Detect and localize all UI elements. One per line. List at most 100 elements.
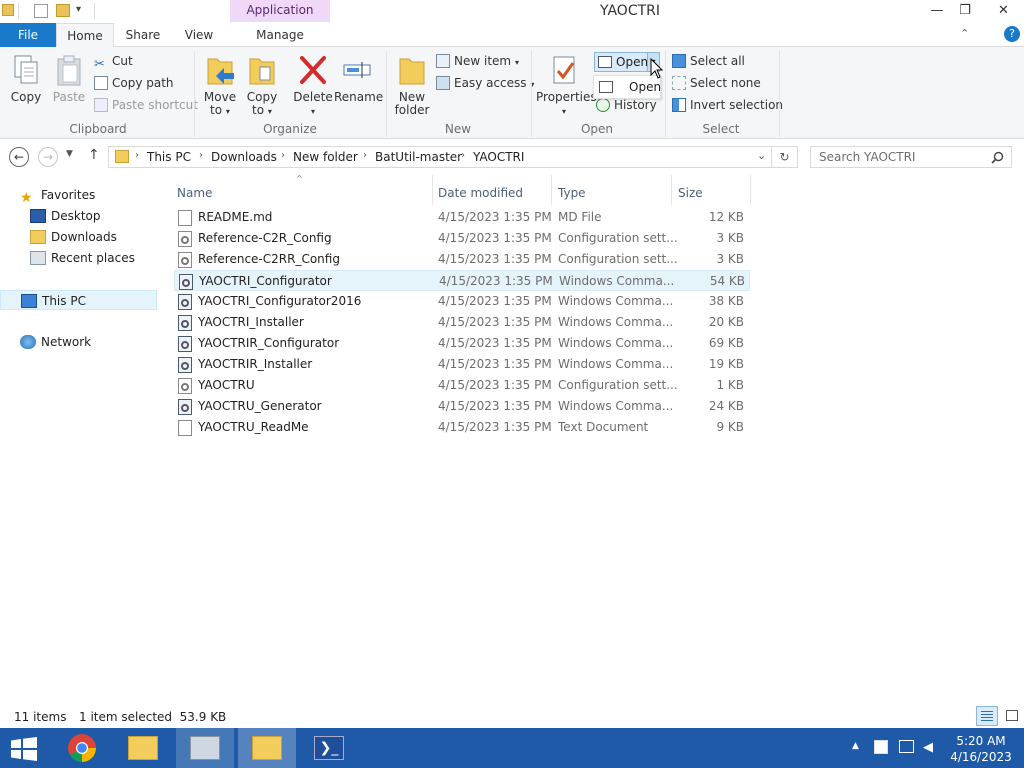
new-folder-button[interactable]: New folder [392,53,432,117]
search-input[interactable]: Search YAOCTRI [810,146,1012,168]
up-arrow-icon[interactable]: ↑ [88,147,100,163]
recent-places-icon [30,251,46,265]
file-row[interactable]: YAOCTRI_Installer 4/15/2023 1:35 PM Window… [174,312,750,333]
column-divider[interactable] [551,175,552,205]
taskbar-file-explorer-active[interactable] [238,728,296,768]
file-name: YAOCTRIR_Configurator [198,336,340,350]
organize-group-label: Organize [263,122,317,136]
group-divider [386,51,387,137]
easy-access-button[interactable]: Easy access ▾ [436,73,534,93]
taskbar-task-manager[interactable] [176,728,234,768]
tab-share[interactable]: Share [114,23,172,47]
tab-manage[interactable]: Manage [230,23,330,47]
cut-button[interactable]: ✂ Cut [94,51,133,72]
copy-to-button[interactable]: Copy to ▾ [242,53,282,118]
file-row[interactable]: YAOCTRI_Configurator2016 4/15/2023 1:35 P… [174,291,750,312]
windows-start-icon[interactable] [10,737,38,761]
cmd-icon [178,336,192,352]
file-row[interactable]: README.md 4/15/2023 1:35 PM MD File 12 KB [174,207,750,228]
tab-file[interactable]: File [0,23,56,47]
refresh-icon[interactable]: ↻ [772,146,798,168]
forward-button[interactable]: → [38,147,58,167]
close-button[interactable]: ✕ [983,0,1024,22]
open-menu-item[interactable]: Open [629,80,661,94]
group-divider [779,51,780,137]
window-title: YAOCTRI [600,3,660,19]
file-row[interactable]: Reference-C2R_Config 4/15/2023 1:35 PM Con… [174,228,750,249]
recent-locations-icon[interactable]: ▼ [66,149,73,159]
nav-downloads[interactable]: Downloads [30,227,117,247]
taskbar-file-explorer[interactable] [114,728,172,768]
column-divider[interactable] [671,175,672,205]
column-header-size[interactable]: Size [678,181,750,205]
column-header-type[interactable]: Type [558,181,670,205]
select-none-button[interactable]: Select none [672,73,761,93]
file-size: 69 KB [708,336,744,350]
nav-this-pc-label: This PC [42,294,86,308]
ribbon: Copy Paste ✂ Cut Copy path Paste shortcut… [0,47,1024,139]
crumb-this-pc[interactable]: This PC [147,150,191,164]
column-header-name[interactable]: Name [177,181,431,205]
taskbar-powershell[interactable]: ❯_ [300,728,358,768]
column-header-date[interactable]: Date modified [438,181,550,205]
search-icon[interactable] [991,151,1004,164]
maximize-button[interactable]: ❐ [948,0,982,22]
details-view-icon[interactable] [976,706,998,726]
tab-home[interactable]: Home [56,23,114,48]
file-name: YAOCTRIR_Installer [198,357,313,371]
volume-muted-icon[interactable]: ◀ [923,740,933,755]
rename-button[interactable]: Rename [334,53,383,104]
file-date: 4/15/2023 1:35 PM [438,378,552,392]
collapse-ribbon-icon[interactable]: ⌃ [960,27,969,40]
crumb-downloads[interactable]: Downloads [211,150,277,164]
file-type: Windows Comma... [559,274,675,288]
file-row[interactable]: YAOCTRIR_Configurator 4/15/2023 1:35 PM Wi… [174,333,750,354]
crumb-batutil-master[interactable]: BatUtil-master [375,150,462,164]
copy-path-button[interactable]: Copy path [94,73,174,93]
nav-this-pc[interactable]: This PC [0,290,157,310]
back-button[interactable]: ← [9,147,29,167]
taskbar-chrome[interactable] [54,728,112,768]
file-row[interactable]: YAOCTRU_Generator 4/15/2023 1:35 PM Window… [174,396,750,417]
new-folder-label: New [398,90,426,104]
action-center-flag-icon[interactable] [874,740,888,754]
large-icons-view-icon[interactable] [1002,706,1022,726]
network-tray-icon[interactable] [899,740,914,753]
tab-view[interactable]: View [172,23,226,47]
file-row[interactable]: YAOCTRI_Configurator 4/15/2023 1:35 PM Win… [174,270,750,291]
new-group-label: New [444,122,472,136]
paste-button[interactable]: Paste [48,53,90,104]
invert-selection-label: Invert selection [690,98,784,112]
file-row[interactable]: Reference-C2RR_Config 4/15/2023 1:35 PM Co… [174,249,750,270]
paste-shortcut-button[interactable]: Paste shortcut [94,95,198,115]
nav-desktop[interactable]: Desktop [30,206,101,226]
paste-shortcut-icon [94,98,108,112]
file-row[interactable]: YAOCTRU 4/15/2023 1:35 PM Configuration se… [174,375,750,396]
properties-button[interactable]: Properties ▾ [536,53,597,118]
nav-recent-places[interactable]: Recent places [30,248,135,268]
crumb-new-folder[interactable]: New folder [293,150,358,164]
address-bar[interactable]: › This PC › Downloads › New folder › Bat… [108,146,772,168]
file-row[interactable]: YAOCTRIR_Installer 4/15/2023 1:35 PM Windo… [174,354,750,375]
tray-expand-icon[interactable]: ▲ [852,741,859,751]
new-item-button[interactable]: New item ▾ [436,51,519,71]
crumb-yaoctri[interactable]: YAOCTRI [473,150,524,164]
nav-network-label: Network [41,335,92,349]
chevron-right-icon: › [135,150,139,161]
title-bar: ▾ Application Tools YAOCTRI — ❐ ✕ [0,0,1024,37]
clock[interactable]: 5:20 AM 4/16/2023 [946,733,1016,765]
help-icon[interactable]: ? [1004,26,1020,42]
copy-button[interactable]: Copy [6,53,46,104]
select-all-button[interactable]: Select all [672,51,745,71]
file-row[interactable]: YAOCTRU_ReadMe 4/15/2023 1:35 PM Text Docu… [174,417,750,438]
move-to-button[interactable]: Move to ▾ [200,53,240,118]
nav-network[interactable]: Network [20,332,91,352]
invert-selection-button[interactable]: Invert selection [672,95,783,115]
column-divider[interactable] [750,175,751,205]
config-icon [178,378,192,394]
column-divider[interactable] [432,175,433,205]
file-date: 4/15/2023 1:35 PM [438,336,552,350]
address-dropdown-icon[interactable]: ⌄ [757,149,766,162]
nav-favorites[interactable]: ★ Favorites [20,185,95,205]
delete-button[interactable]: Delete ▾ [292,53,334,118]
